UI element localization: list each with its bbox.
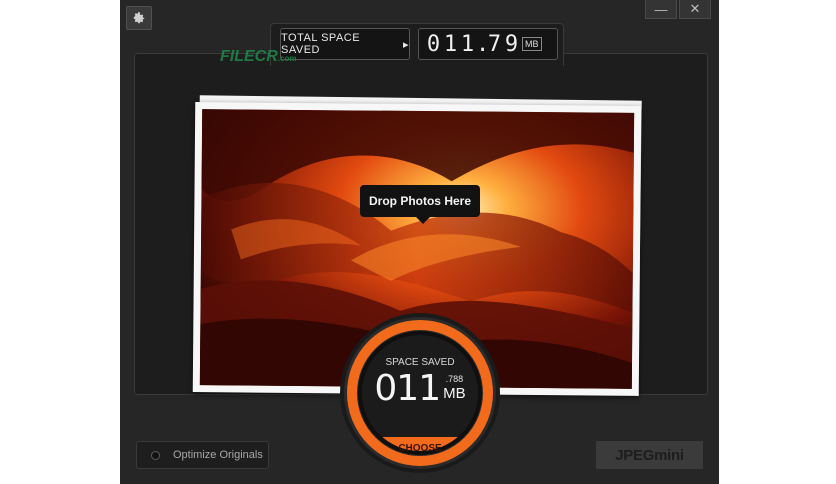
counter-digit: 1 [443,31,458,57]
counter-digit: 7 [487,31,502,57]
counter-digit: 1 [460,31,475,57]
close-button[interactable]: ✕ [679,0,711,19]
optimize-originals-label: Optimize Originals [173,449,263,461]
window-controls: — ✕ [643,0,711,19]
jpegmini-window: — ✕ TOTAL SPACE SAVED ▸ 0 1 1 . 7 9 MB F… [120,0,719,484]
jpegmini-logo: JPEGmini [596,441,703,469]
watermark-suffix: .com [277,54,297,63]
gauge-value: 011 .788 MB [340,369,500,409]
settings-button[interactable] [126,6,152,30]
counter-digit: 9 [504,31,519,57]
minimize-button[interactable]: — [645,0,677,19]
drop-photos-tooltip: Drop Photos Here [360,185,480,224]
gear-icon [133,12,145,24]
toggle-indicator [151,450,160,460]
total-space-saved-button[interactable]: TOTAL SPACE SAVED ▸ [280,28,410,60]
counter-dot: . [476,31,490,57]
gauge-value-fraction: .788 [445,374,464,384]
choose-button[interactable]: CHOOSE [340,443,500,454]
gauge-title: SPACE SAVED [385,357,455,368]
close-icon: ✕ [689,1,701,16]
optimize-originals-toggle[interactable]: Optimize Originals [136,441,269,469]
total-counter: 0 1 1 . 7 9 MB [418,28,558,60]
watermark-text: FILECR [220,48,278,65]
counter-digit: 0 [426,31,441,57]
watermark: FILECR.com [220,48,296,66]
gauge-value-main: 011 [374,368,441,409]
play-arrow-icon: ▸ [402,38,409,51]
space-saved-gauge: SPACE SAVED 011 .788 MB CHOOSE [340,313,500,473]
total-label: TOTAL SPACE SAVED [281,32,361,56]
minimize-icon: — [654,1,668,17]
counter-unit: MB [522,37,542,51]
gauge-unit: MB [443,385,466,402]
